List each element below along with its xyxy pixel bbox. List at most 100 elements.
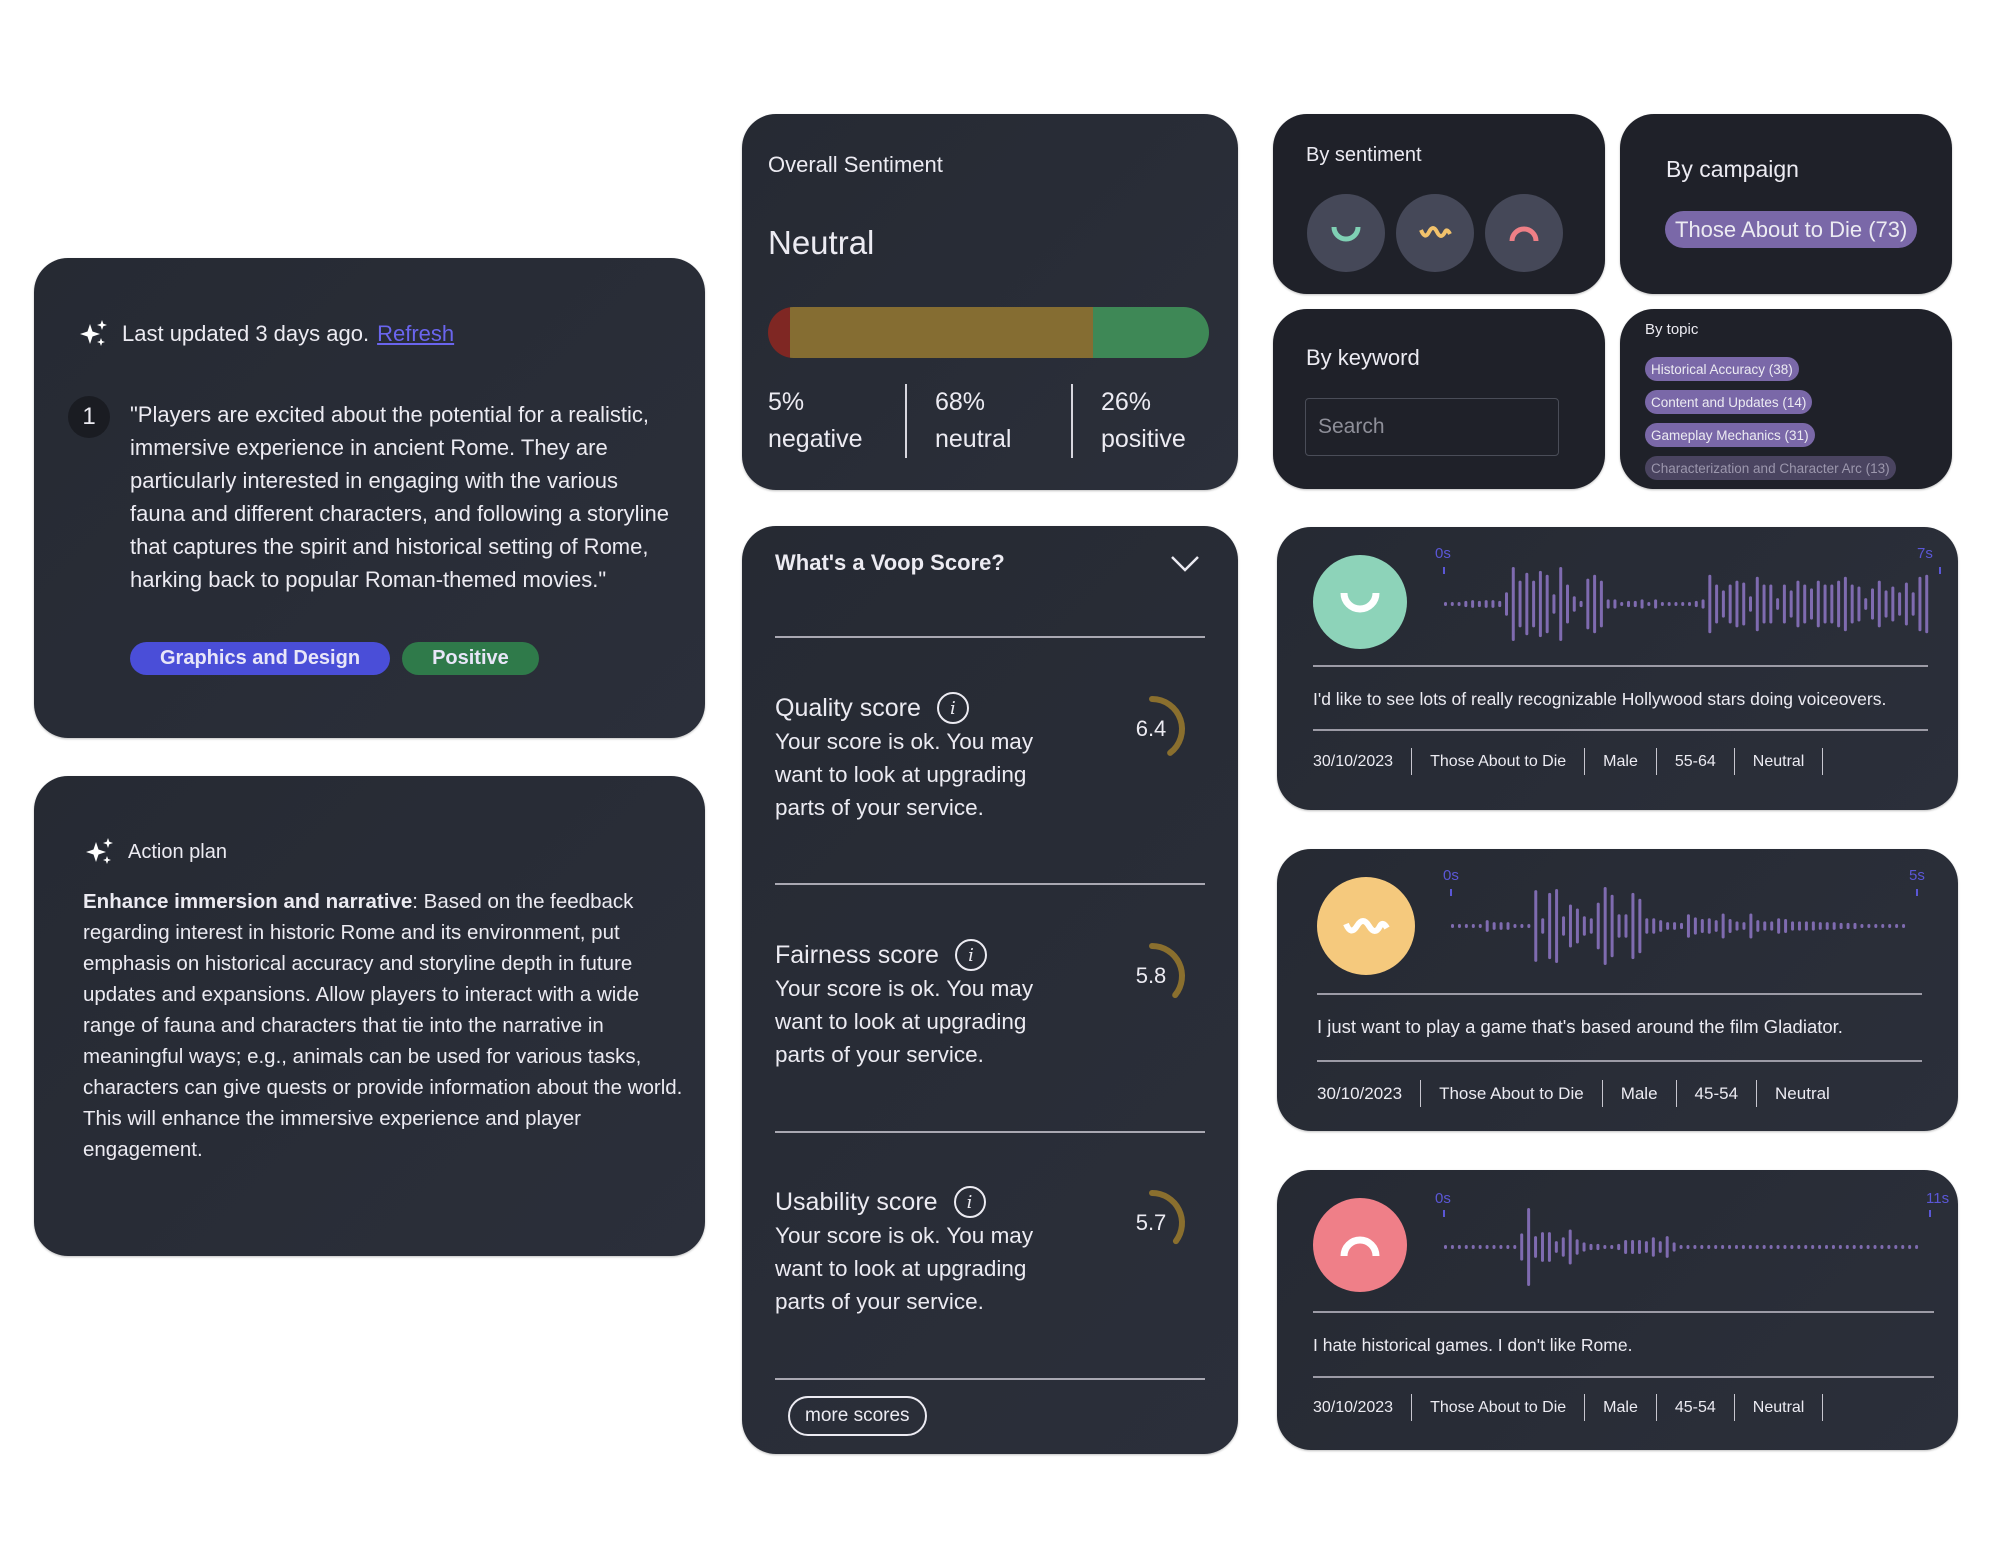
waveform-bar [1627, 600, 1630, 608]
keyword-filter-card: By keyword [1273, 309, 1605, 489]
meta-campaign: Those About to Die [1412, 748, 1586, 775]
negative-sentiment-button[interactable] [1485, 194, 1563, 272]
keyword-search-input[interactable] [1305, 398, 1559, 456]
info-icon[interactable]: i [954, 939, 987, 971]
sentiment-face-button[interactable] [1313, 555, 1407, 649]
waveform-bar [1606, 599, 1610, 609]
waveform-bar [1857, 586, 1861, 622]
info-icon[interactable]: i [953, 1186, 986, 1218]
last-updated-text: Last updated 3 days ago. [122, 321, 370, 346]
waveform-bar [1457, 1245, 1461, 1249]
audio-waveform[interactable] [1442, 1190, 1932, 1300]
waveform-bar [1763, 921, 1767, 931]
refresh-link[interactable]: Refresh [377, 321, 454, 347]
waveform-bar [1776, 1245, 1780, 1249]
sentiment-face-button[interactable] [1313, 1198, 1407, 1292]
waveform-bar [1749, 913, 1753, 939]
waveform-bar [1450, 1245, 1454, 1249]
waveform-bar [1693, 1245, 1697, 1249]
score-title: Quality score [775, 693, 921, 722]
topic-filter-card: By topic Historical Accuracy (38) Conten… [1620, 309, 1952, 489]
waveform-bar [1681, 602, 1685, 606]
waveform-bar [1715, 584, 1719, 624]
waveform-bar [1610, 1245, 1614, 1249]
waveform-bar [1797, 921, 1801, 931]
waveform-bar [1540, 1232, 1544, 1262]
waveform-bar [1825, 1245, 1829, 1249]
waveform-bar [1633, 600, 1637, 608]
topic-chip[interactable]: Historical Accuracy (38) [1645, 357, 1799, 381]
voop-score-header[interactable]: What's a Voop Score? [775, 550, 1005, 576]
campaign-filter-card: By campaign Those About to Die (73) [1620, 114, 1952, 294]
topic-chip[interactable]: Characterization and Character Arc (13) [1645, 456, 1896, 480]
waveform-bar [1658, 1241, 1662, 1253]
waveform-bar [1866, 1245, 1870, 1249]
waveform-bar [1586, 578, 1590, 630]
action-plan-body: Enhance immersion and narrative: Based o… [83, 886, 683, 1165]
stat-percent: 68% [935, 388, 986, 416]
divider [1313, 1376, 1934, 1378]
waveform-bar [1734, 1245, 1738, 1249]
info-icon[interactable]: i [936, 692, 969, 724]
waveform-bar [1613, 599, 1617, 609]
waveform-bar [1694, 600, 1698, 608]
waveform-bar [1575, 1239, 1579, 1255]
response-card: 0s 11s I hate historical games. I don't … [1277, 1170, 1958, 1450]
topic-chip[interactable]: Gameplay Mechanics (31) [1645, 423, 1815, 447]
waveform-bar [1673, 922, 1677, 930]
neutral-sentiment-button[interactable] [1396, 194, 1474, 272]
waveform-bar [1846, 922, 1850, 930]
waveform-bar [1444, 1245, 1447, 1249]
waveform-bar [1552, 594, 1556, 614]
waveform-bar [1582, 916, 1586, 936]
summary-quote: "Players are excited about the potential… [130, 402, 669, 592]
waveform-bar [1572, 596, 1576, 612]
waveform-bar [1631, 892, 1635, 960]
waveform-bar [1506, 922, 1510, 930]
waveform-bar [1839, 922, 1843, 930]
waveform-bar [1532, 580, 1536, 628]
sentiment-face-button[interactable] [1317, 877, 1415, 975]
sparkle-icon [86, 838, 113, 864]
waveform-bar [1637, 1239, 1641, 1255]
waveform-bar [1816, 580, 1820, 628]
divider [1317, 1060, 1922, 1062]
response-meta: 30/10/2023 Those About to Die Male 55-64… [1313, 748, 1824, 775]
waveform-bar [1748, 1245, 1752, 1249]
audio-waveform[interactable] [1449, 869, 1919, 979]
sentiment-tag[interactable]: Positive [402, 642, 539, 675]
waveform-bar [1686, 1245, 1690, 1249]
waveform-bar [1620, 602, 1624, 606]
waveform-bar [1667, 602, 1671, 606]
waveform-bar [1895, 924, 1899, 928]
response-meta: 30/10/2023 Those About to Die Male 45-54… [1313, 1394, 1824, 1421]
waveform-bar [1894, 1245, 1898, 1249]
positive-sentiment-button[interactable] [1307, 194, 1385, 272]
waveform-bar [1582, 1242, 1586, 1252]
voop-score-card: What's a Voop Score? Quality score i Your… [742, 526, 1238, 1454]
waveform-bar [1908, 1245, 1912, 1249]
waveform-bar [1559, 566, 1563, 642]
meta-sentiment: Neutral [1735, 748, 1824, 775]
audio-waveform[interactable] [1442, 547, 1942, 657]
waveform-bar [1554, 1241, 1558, 1253]
frown-icon [1509, 226, 1539, 242]
response-text: I'd like to see lots of really recogniza… [1313, 689, 1887, 709]
waveform-bar [1891, 586, 1895, 622]
waveform-bar [1845, 1245, 1849, 1249]
waveform-bar [1596, 902, 1600, 950]
topic-chip[interactable]: Content and Updates (14) [1645, 390, 1813, 414]
waveform-bar [1804, 921, 1808, 931]
waveform-bar [1777, 918, 1781, 934]
waveform-bar [1527, 1208, 1531, 1286]
chevron-down-icon[interactable] [1170, 554, 1200, 574]
waveform-bar [1818, 1245, 1822, 1249]
campaign-chip[interactable]: Those About to Die (73) [1665, 211, 1918, 248]
waveform-bar [1864, 598, 1868, 610]
response-card: 0s 7s I'd like to see lots of really rec… [1277, 527, 1958, 810]
waveform-bar [1596, 1243, 1600, 1251]
more-scores-button[interactable]: more scores [788, 1396, 927, 1436]
waveform-bar [1811, 921, 1815, 931]
topic-tag[interactable]: Graphics and Design [130, 642, 391, 675]
waveform-bar [1647, 602, 1651, 606]
